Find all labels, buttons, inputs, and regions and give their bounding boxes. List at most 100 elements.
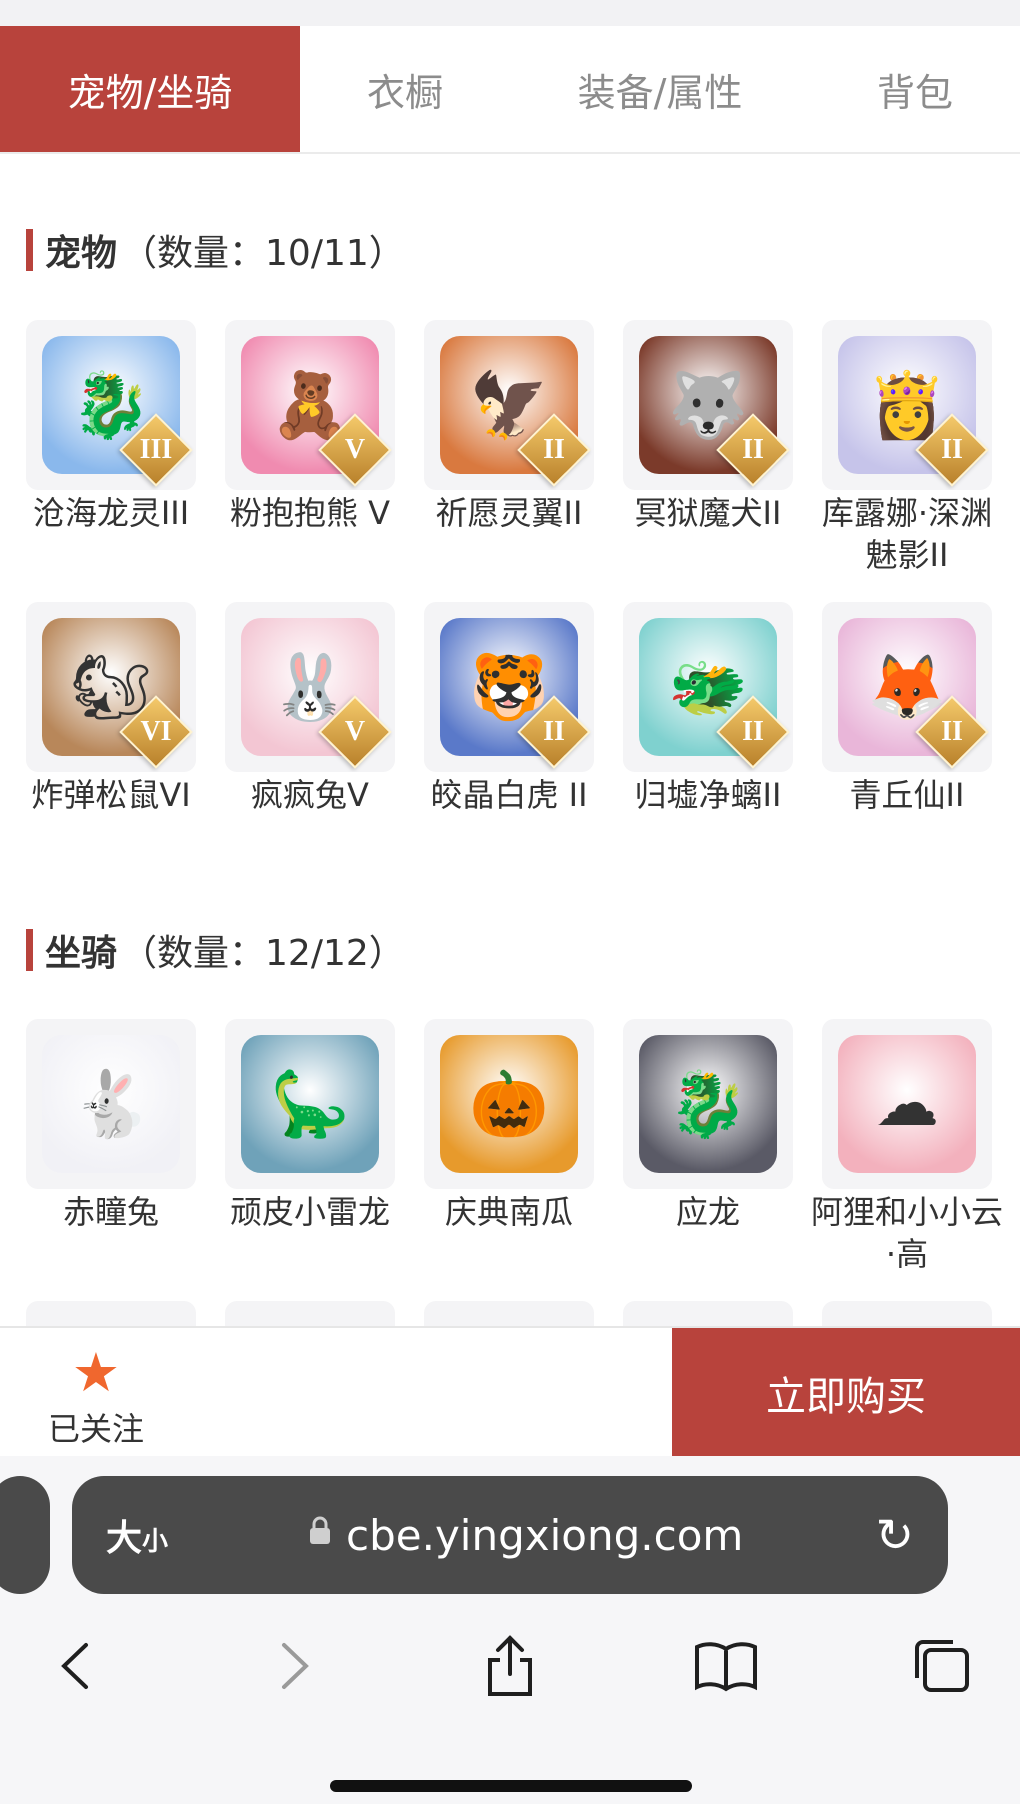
item-thumbnail-partial[interactable]	[225, 1301, 395, 1326]
item-card[interactable]: 🐯 II 皎晶白虎 II	[424, 602, 594, 816]
reload-icon[interactable]: ↻	[875, 1508, 914, 1562]
tier-badge-text: II	[543, 434, 565, 465]
back-icon[interactable]	[36, 1616, 116, 1716]
text-size-small: 小	[142, 1527, 169, 1557]
item-thumbnail: 🦅 II	[424, 320, 594, 490]
tier-badge-text: II	[742, 716, 764, 747]
item-name: 皎晶白虎 II	[430, 776, 588, 814]
item-name: 阿狸和小小云·高	[810, 1193, 1003, 1273]
item-name: 顽皮小雷龙	[229, 1193, 390, 1231]
item-card[interactable]: 🐉 应龙	[623, 1019, 793, 1233]
buy-now-button[interactable]: 立即购买	[672, 1328, 1020, 1458]
item-thumbnail-partial[interactable]	[623, 1301, 793, 1326]
item-thumbnail: 👸 II	[822, 320, 992, 490]
mounts-section-title: 坐骑	[45, 933, 118, 974]
item-name: 粉抱抱熊 V	[229, 494, 391, 532]
item-name: 青丘仙II	[849, 776, 965, 814]
browser-toolbar	[0, 1616, 1020, 1716]
item-card[interactable]: 🐇 赤瞳兔	[26, 1019, 196, 1233]
mounts-grid: 🐇 赤瞳兔 🦕 顽皮小雷龙 🎃 庆典南瓜 🐉 应龙 ☁ 阿狸和小小云·高	[26, 1019, 1006, 1326]
tier-badge-text: II	[543, 716, 565, 747]
tab-wardrobe[interactable]: 衣橱	[300, 26, 510, 152]
tabs-icon[interactable]	[902, 1616, 982, 1716]
tab-equipment-attributes[interactable]: 装备/属性	[510, 26, 810, 152]
white-rabbit-icon: 🐇	[42, 1035, 180, 1173]
tab-pets-mounts[interactable]: 宠物/坐骑	[0, 26, 300, 152]
star-icon: ★	[71, 1341, 121, 1404]
item-thumbnail: 🐺 II	[623, 320, 793, 490]
browser-chrome: 大小 cbe.yingxiong.com ↻	[0, 1456, 1020, 1804]
home-indicator	[330, 1780, 692, 1792]
item-card[interactable]: 🧸 V 粉抱抱熊 V	[225, 320, 395, 534]
tier-badge-text: II	[742, 434, 764, 465]
tier-badge-text: V	[344, 716, 366, 747]
follow-button[interactable]: ★ 已关注	[36, 1346, 156, 1450]
text-size-button[interactable]: 大小	[106, 1509, 168, 1561]
item-thumbnail-partial[interactable]	[424, 1301, 594, 1326]
dragon-icon: 🐉	[639, 1035, 777, 1173]
tier-badge-text: II	[941, 716, 963, 747]
item-card[interactable]: 🐲 II 归墟净螭II	[623, 602, 793, 816]
item-card[interactable]: 🦊 II 青丘仙II	[822, 602, 992, 816]
forward-icon[interactable]	[254, 1616, 334, 1716]
item-card[interactable]: 🐺 II 冥狱魔犬II	[623, 320, 793, 534]
mounts-count: （数量：12/12）	[121, 933, 405, 974]
item-name: 赤瞳兔	[62, 1193, 159, 1231]
pets-section-title: 宠物	[45, 233, 118, 274]
item-name: 应龙	[675, 1193, 740, 1231]
section-accent-bar	[26, 229, 33, 271]
purchase-bar: ★ 已关注 立即购买	[0, 1326, 1020, 1458]
tier-badge-text: V	[344, 434, 366, 465]
item-thumbnail: 🐿 VI	[26, 602, 196, 772]
item-name: 归墟净螭II	[634, 776, 782, 814]
lock-icon	[308, 1516, 332, 1554]
item-name: 疯疯兔V	[251, 776, 369, 814]
section-accent-bar	[26, 929, 33, 971]
item-card[interactable]: 🐿 VI 炸弹松鼠VI	[26, 602, 196, 816]
content-scroll-area[interactable]: 宠物 （数量：10/11） 🐉 III 沧海龙灵III 🧸 V 粉抱抱熊 V 🦅 II 祈愿灵翼…	[0, 156, 1020, 1326]
status-strip	[0, 0, 1020, 26]
tab-bar: 宠物/坐骑 衣橱 装备/属性 背包	[0, 26, 1020, 154]
tier-badge-text: II	[941, 434, 963, 465]
item-card[interactable]: 🐰 V 疯疯兔V	[225, 602, 395, 816]
item-name: 冥狱魔犬II	[634, 494, 782, 532]
item-name: 沧海龙灵III	[32, 494, 190, 532]
bookmarks-icon[interactable]	[686, 1616, 766, 1716]
share-icon[interactable]	[470, 1616, 550, 1716]
item-thumbnail: 🐉	[623, 1019, 793, 1189]
item-thumbnail: 🐉 III	[26, 320, 196, 490]
item-thumbnail: 🐯 II	[424, 602, 594, 772]
item-thumbnail-partial[interactable]	[822, 1301, 992, 1326]
item-thumbnail: ☁	[822, 1019, 992, 1189]
item-thumbnail: 🐇	[26, 1019, 196, 1189]
item-name: 库露娜·深渊魅影II	[821, 494, 993, 574]
item-card[interactable]: 🦅 II 祈愿灵翼II	[424, 320, 594, 534]
item-thumbnail: 🐲 II	[623, 602, 793, 772]
item-thumbnail: 🦕	[225, 1019, 395, 1189]
pets-grid: 🐉 III 沧海龙灵III 🧸 V 粉抱抱熊 V 🦅 II 祈愿灵翼II 🐺 II 冥狱魔犬II 👸 II…	[26, 320, 1006, 880]
previous-tab-preview[interactable]	[0, 1476, 50, 1594]
fox-cloud-icon: ☁	[838, 1035, 976, 1173]
item-name: 炸弹松鼠VI	[31, 776, 191, 814]
item-thumbnail: 🎃	[424, 1019, 594, 1189]
tab-backpack[interactable]: 背包	[810, 26, 1020, 152]
address-bar[interactable]: 大小 cbe.yingxiong.com ↻	[72, 1476, 948, 1594]
item-thumbnail: 🦊 II	[822, 602, 992, 772]
item-thumbnail: 🐰 V	[225, 602, 395, 772]
pets-section-header: 宠物 （数量：10/11）	[26, 227, 405, 274]
item-card[interactable]: 🐉 III 沧海龙灵III	[26, 320, 196, 534]
url-display[interactable]: cbe.yingxiong.com	[308, 1511, 743, 1560]
item-name: 祈愿灵翼II	[435, 494, 583, 532]
pets-count: （数量：10/11）	[121, 233, 405, 274]
item-card[interactable]: ☁ 阿狸和小小云·高	[811, 1019, 1003, 1275]
item-card[interactable]: 🎃 庆典南瓜	[424, 1019, 594, 1233]
item-thumbnail: 🧸 V	[225, 320, 395, 490]
item-card[interactable]: 👸 II 库露娜·深渊魅影II	[822, 320, 992, 576]
text-size-large: 大	[106, 1518, 143, 1559]
pumpkin-icon: 🎃	[440, 1035, 578, 1173]
item-thumbnail-partial[interactable]	[26, 1301, 196, 1326]
tier-badge-text: III	[139, 434, 173, 465]
url-text: cbe.yingxiong.com	[346, 1510, 744, 1560]
item-card[interactable]: 🦕 顽皮小雷龙	[225, 1019, 395, 1233]
mounts-section-header: 坐骑 （数量：12/12）	[26, 927, 405, 974]
